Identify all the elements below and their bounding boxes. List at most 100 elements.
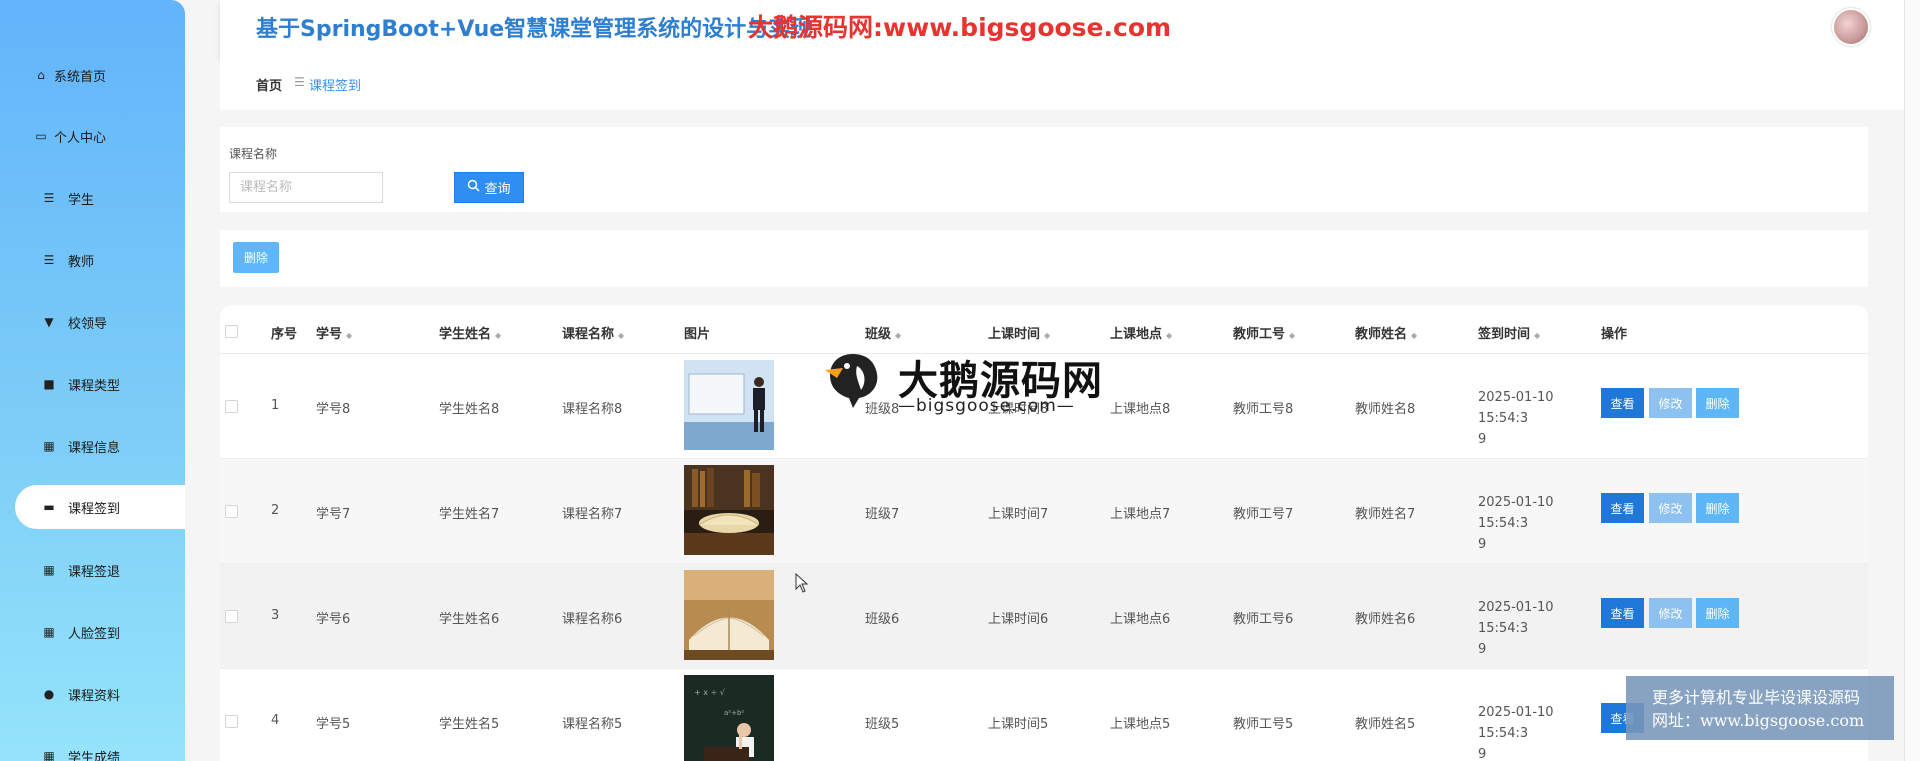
- cell-signin-time: 2025-01-10 15:54:3 9: [1478, 597, 1598, 660]
- edit-button[interactable]: 修改: [1649, 598, 1692, 628]
- sort-icon[interactable]: ◆: [895, 331, 901, 340]
- grid-icon: ▦: [43, 625, 55, 639]
- cell-student-no: 学号6: [316, 612, 351, 627]
- header-signin-time[interactable]: 签到时间 ◆: [1478, 323, 1540, 342]
- sidebar-item-label: 系统首页: [54, 69, 107, 85]
- view-button[interactable]: 查看: [1601, 598, 1644, 628]
- delete-button[interactable]: 删除: [1696, 598, 1739, 628]
- sidebar-item-course-signin[interactable]: ▬ 课程签到: [15, 485, 185, 529]
- breadcrumb-home[interactable]: 首页: [256, 75, 282, 94]
- sidebar-item-students[interactable]: ☰ 学生: [0, 176, 185, 220]
- watermark-text: 大鹅源码网:www.bigsgoose.com: [748, 13, 1172, 42]
- header-teacher-no[interactable]: 教师工号 ◆: [1233, 323, 1295, 342]
- course-image[interactable]: [684, 360, 774, 450]
- sort-icon[interactable]: ◆: [1044, 331, 1050, 340]
- page-scrollbar[interactable]: [1904, 0, 1920, 761]
- sidebar-item-course-signout[interactable]: ▦ 课程签退: [0, 548, 185, 592]
- course-image[interactable]: + x ÷ √ a²+b²: [684, 675, 774, 761]
- sidebar-item-label: 课程签到: [68, 501, 121, 517]
- sidebar-item-teachers[interactable]: ☰ 教师: [0, 238, 185, 282]
- cell-course-name: 课程名称5: [562, 717, 623, 732]
- search-button[interactable]: 查询: [454, 172, 524, 203]
- header-location[interactable]: 上课地点 ◆: [1110, 323, 1172, 342]
- sort-icon[interactable]: ◆: [1166, 331, 1172, 340]
- page-title: 基于SpringBoot+Vue智慧课堂管理系统的设计与实现: [256, 17, 813, 42]
- header-student-name[interactable]: 学生姓名 ◆: [439, 323, 501, 342]
- sort-icon[interactable]: ◆: [495, 331, 501, 340]
- cell-teacher-no: 教师工号5: [1233, 717, 1294, 732]
- search-label: 课程名称: [229, 147, 278, 161]
- view-button[interactable]: 查看: [1601, 493, 1644, 523]
- sidebar-item-label: 课程签退: [68, 564, 121, 580]
- cell-student-no: 学号8: [316, 402, 351, 417]
- sidebar-item-course-types[interactable]: ■ 课程类型: [0, 362, 185, 406]
- sort-icon[interactable]: ◆: [1534, 331, 1540, 340]
- edit-button[interactable]: 修改: [1649, 388, 1692, 418]
- sidebar-item-label: 校领导: [68, 316, 108, 332]
- sidebar-item-grades[interactable]: ▦ 学生成绩: [0, 734, 185, 761]
- header-signin-time-label: 签到时间: [1478, 327, 1531, 342]
- sidebar-item-profile[interactable]: ▭ 个人中心: [0, 114, 185, 158]
- grid-icon: ▦: [43, 439, 55, 453]
- sidebar-item-course-info[interactable]: ▦ 课程信息: [0, 424, 185, 468]
- monitor-icon: ▬: [43, 500, 55, 514]
- signin-time-line1: 2025-01-10 15:54:3: [1478, 600, 1554, 636]
- delete-button[interactable]: 删除: [1696, 388, 1739, 418]
- table-row: 4 学号5 学生姓名5 课程名称5 + x ÷ √ a²+b² 班级5 上课时间…: [220, 669, 1868, 761]
- mouse-cursor-icon: [795, 573, 809, 593]
- header-class-label: 班级: [865, 327, 892, 342]
- row-checkbox[interactable]: [225, 505, 238, 518]
- sidebar-item-face-signin[interactable]: ▦ 人脸签到: [0, 610, 185, 654]
- cell-teacher-name: 教师姓名6: [1355, 612, 1416, 627]
- avatar[interactable]: [1832, 8, 1870, 46]
- sidebar-item-home[interactable]: ⌂ 系统首页: [0, 53, 185, 97]
- header-image: 图片: [684, 327, 711, 342]
- breadcrumb-current: 课程签到: [309, 79, 362, 94]
- sidebar-item-label: 人脸签到: [68, 626, 121, 642]
- batch-delete-button[interactable]: 删除: [233, 242, 279, 273]
- row-checkbox[interactable]: [225, 400, 238, 413]
- header-teacher-name[interactable]: 教师姓名 ◆: [1355, 323, 1417, 342]
- header-class-time[interactable]: 上课时间 ◆: [988, 323, 1050, 342]
- view-button[interactable]: 查看: [1601, 388, 1644, 418]
- sort-icon[interactable]: ◆: [1411, 331, 1417, 340]
- svg-text:+ x ÷ √: + x ÷ √: [694, 688, 726, 697]
- action-panel: 删除: [220, 230, 1868, 287]
- search-icon: [467, 179, 481, 196]
- breadcrumb-separator-icon: ☰: [294, 75, 305, 89]
- course-name-input[interactable]: [229, 172, 383, 203]
- delete-button[interactable]: 删除: [1696, 493, 1739, 523]
- header-course-name[interactable]: 课程名称 ◆: [562, 323, 624, 342]
- cell-class: 班级7: [865, 507, 900, 522]
- header-ops: 操作: [1601, 327, 1628, 342]
- cell-course-name: 课程名称7: [562, 507, 623, 522]
- select-all-checkbox[interactable]: [225, 325, 238, 338]
- course-image[interactable]: [684, 570, 774, 660]
- cell-class: 班级5: [865, 717, 900, 732]
- cell-class-time: 上课时间5: [988, 717, 1049, 732]
- site-logo-watermark: 大鹅源码网 —bigsgoose.com—: [823, 348, 1103, 418]
- search-button-label: 查询: [484, 182, 511, 197]
- sidebar-item-label: 学生成绩: [68, 750, 121, 761]
- header-class[interactable]: 班级 ◆: [865, 323, 901, 342]
- header-student-name-label: 学生姓名: [439, 327, 492, 342]
- sidebar-item-leaders[interactable]: ▼ 校领导: [0, 300, 185, 344]
- cell-student-no: 学号5: [316, 717, 351, 732]
- cell-student-name: 学生姓名7: [439, 507, 500, 522]
- sort-icon[interactable]: ◆: [1289, 331, 1295, 340]
- sort-icon[interactable]: ◆: [618, 331, 624, 340]
- signin-time-line1: 2025-01-10 15:54:3: [1478, 390, 1554, 426]
- course-image[interactable]: [684, 465, 774, 555]
- row-checkbox[interactable]: [225, 715, 238, 728]
- edit-button[interactable]: 修改: [1649, 493, 1692, 523]
- sort-icon[interactable]: ◆: [346, 331, 352, 340]
- signin-time-line1: 2025-01-10 15:54:3: [1478, 705, 1554, 741]
- cell-location: 上课地点7: [1110, 507, 1171, 522]
- cell-teacher-no: 教师工号8: [1233, 402, 1294, 417]
- header-class-time-label: 上课时间: [988, 327, 1041, 342]
- header-student-no[interactable]: 学号 ◆: [316, 323, 352, 342]
- row-checkbox[interactable]: [225, 610, 238, 623]
- home-icon: ⌂: [37, 68, 45, 82]
- sidebar-item-course-materials[interactable]: ● 课程资料: [0, 672, 185, 716]
- table-row: 3 学号6 学生姓名6 课程名称6 班级6 上课时间6 上课地点6 教师工号6 …: [220, 564, 1868, 669]
